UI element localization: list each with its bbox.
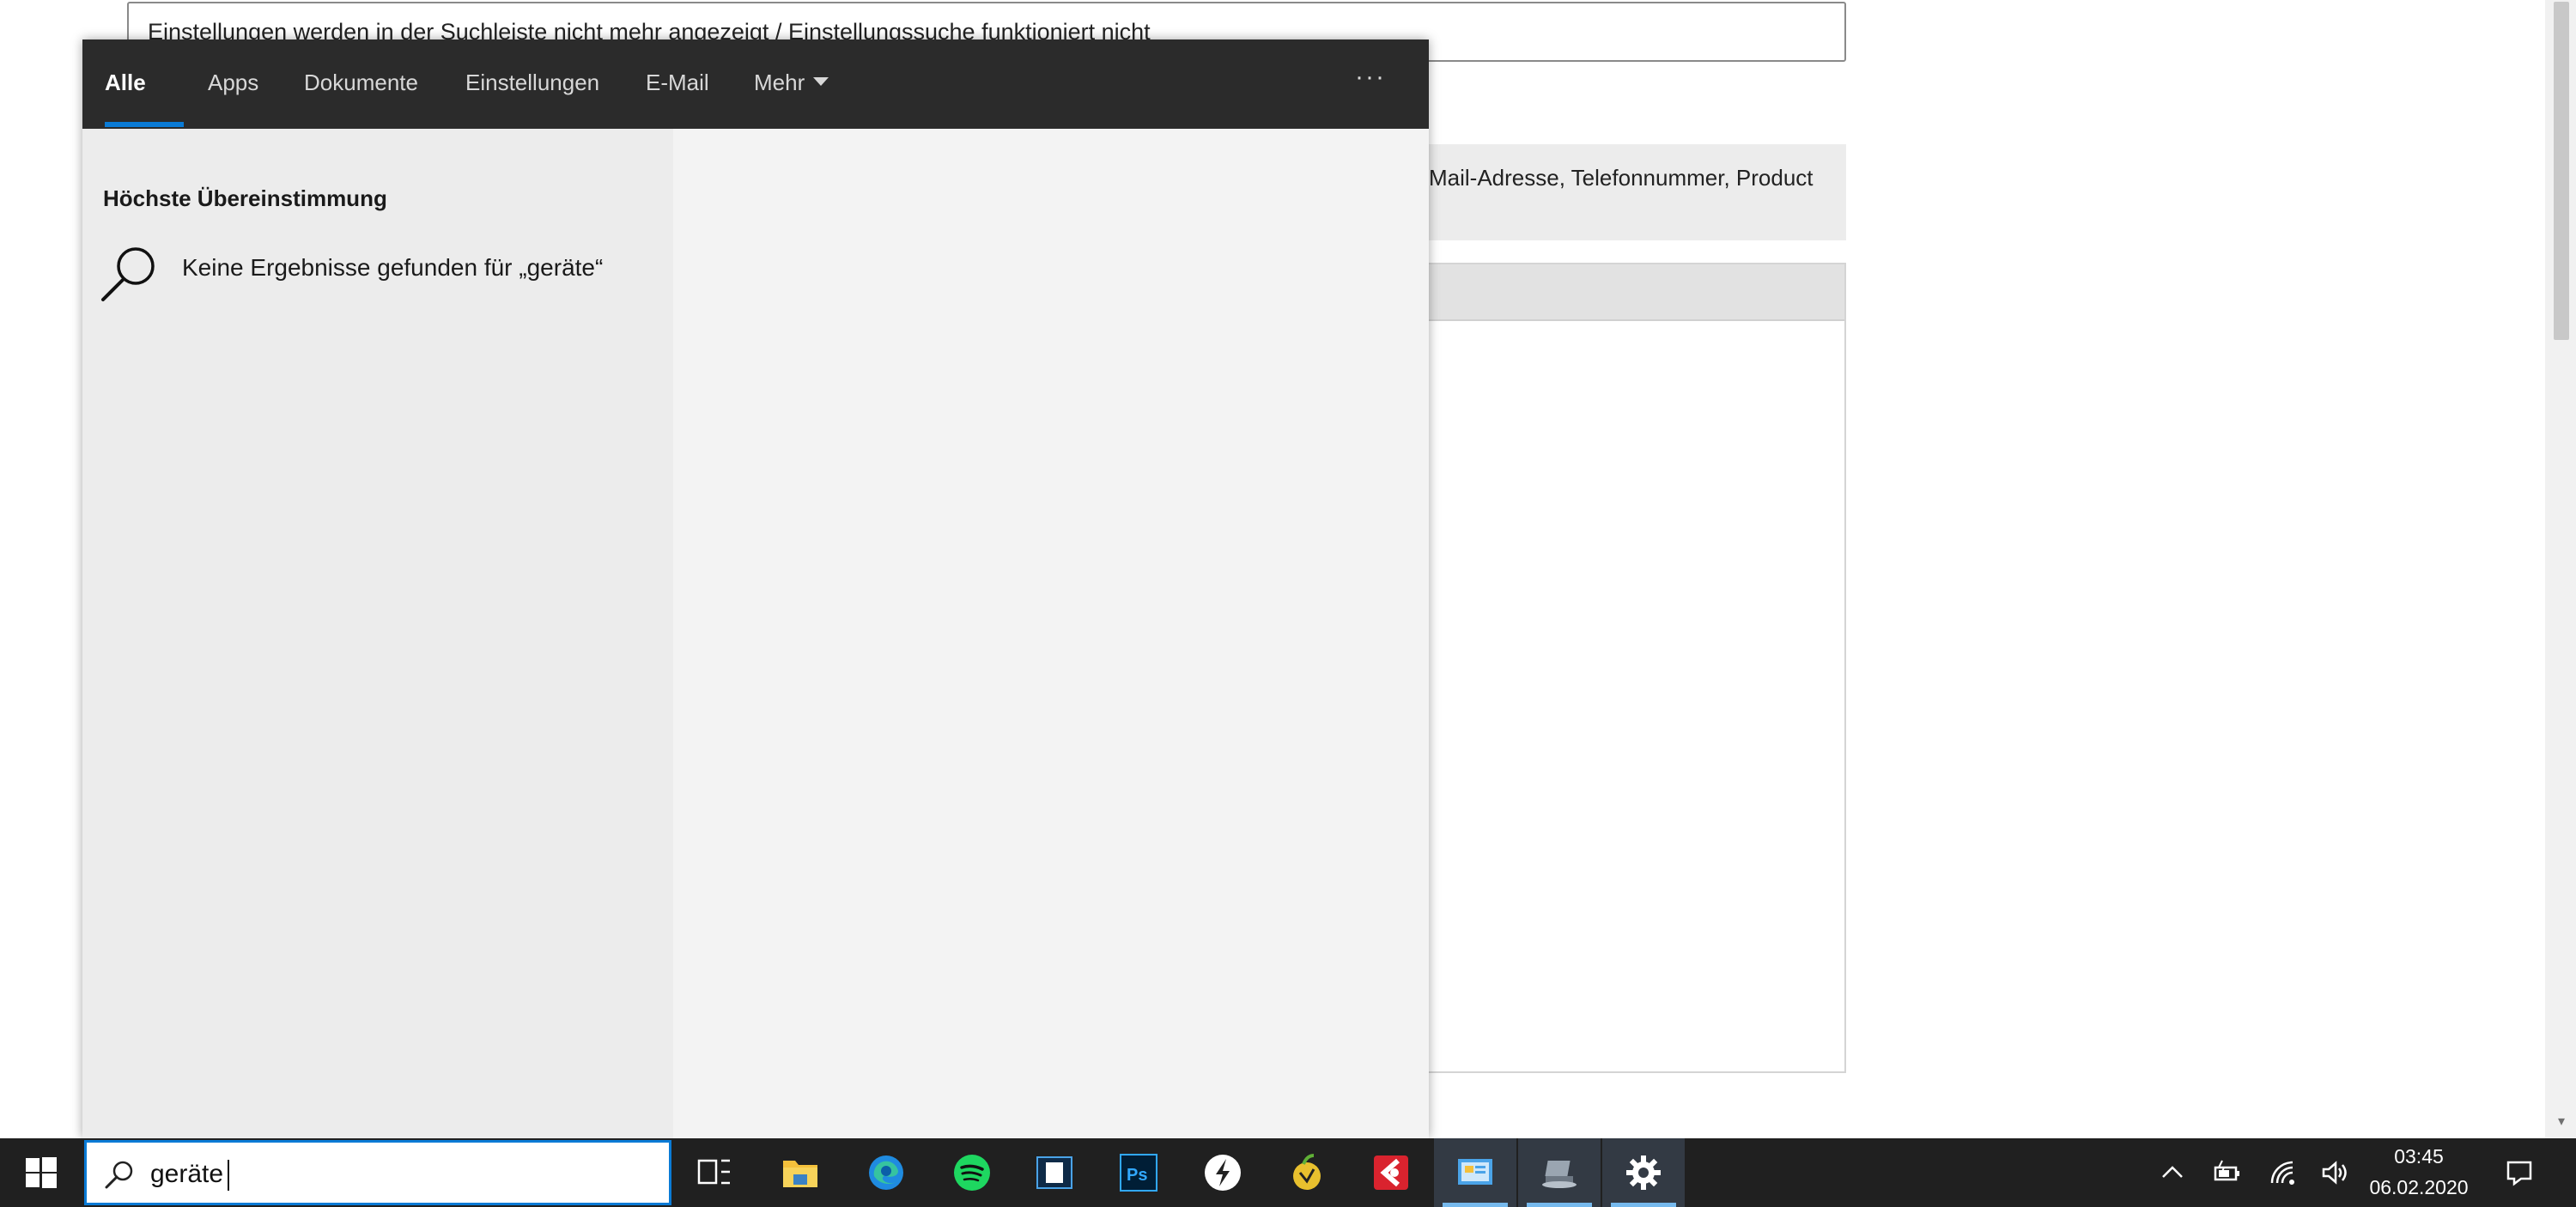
task-view-icon <box>697 1159 730 1185</box>
background-panel-header <box>1427 264 1844 321</box>
gear-icon <box>1626 1155 1661 1190</box>
network-icon <box>1542 1161 1577 1188</box>
action-center-button[interactable] <box>2495 1138 2543 1207</box>
bolt-app-button[interactable] <box>1182 1138 1264 1207</box>
preview-pane <box>673 129 1429 1138</box>
photoshop-label: Ps <box>1127 1166 1147 1185</box>
tab-email[interactable]: E-Mail <box>646 39 709 129</box>
scroll-down-arrow-icon[interactable]: ▾ <box>2554 1113 2569 1130</box>
search-input[interactable] <box>150 1155 648 1194</box>
windows-logo-icon <box>26 1157 57 1188</box>
taskbar-clock[interactable]: 03:45 06.02.2020 <box>2363 1138 2475 1207</box>
red-app-icon <box>1374 1155 1408 1190</box>
battery-icon <box>2214 1160 2239 1181</box>
tab-mehr-label: Mehr <box>754 70 805 95</box>
network-app-button[interactable] <box>1518 1138 1601 1207</box>
network-status-button[interactable] <box>2258 1138 2306 1207</box>
running-indicator <box>1611 1203 1676 1207</box>
tab-einstellungen[interactable]: Einstellungen <box>465 39 599 129</box>
background-info-text: Mail-Adresse, Telefonnummer, Product <box>1429 165 1814 191</box>
clock-date: 06.02.2020 <box>2369 1176 2469 1198</box>
tab-dokumente[interactable]: Dokumente <box>304 39 418 129</box>
search-tabbar: Alle Apps Dokumente Einstellungen E-Mail… <box>82 39 1429 129</box>
tab-apps[interactable]: Apps <box>208 39 258 129</box>
search-icon <box>105 1161 133 1189</box>
fruit-app-button[interactable] <box>1266 1138 1348 1207</box>
search-icon <box>101 247 155 301</box>
tab-mehr[interactable]: Mehr <box>754 39 829 129</box>
chevron-up-icon <box>2162 1166 2183 1178</box>
photoshop-button[interactable]: Ps <box>1097 1138 1180 1207</box>
taskbar-search-box[interactable] <box>84 1140 671 1205</box>
more-options-button[interactable]: ··· <box>1345 39 1396 129</box>
fruit-icon <box>1293 1154 1321 1190</box>
no-results-text: Keine Ergebnisse gefunden für „geräte“ <box>182 254 604 281</box>
speaker-icon <box>2322 1161 2347 1185</box>
background-panel <box>1427 263 1846 1073</box>
search-flyout: Alle Apps Dokumente Einstellungen E-Mail… <box>82 39 1429 1138</box>
volume-button[interactable] <box>2310 1138 2358 1207</box>
best-match-heading: Höchste Übereinstimmung <box>103 185 387 211</box>
spotify-button[interactable] <box>931 1138 1013 1207</box>
start-button[interactable] <box>0 1138 82 1207</box>
show-hidden-icons-button[interactable] <box>2148 1138 2196 1207</box>
control-panel-button[interactable] <box>1434 1138 1516 1207</box>
spotify-icon <box>954 1155 990 1191</box>
clock-time: 03:45 <box>2394 1145 2444 1168</box>
running-indicator <box>1443 1203 1508 1207</box>
background-info-box: Mail-Adresse, Telefonnummer, Product <box>1427 144 1846 240</box>
taskbar: Ps <box>0 1138 2576 1207</box>
task-view-button[interactable] <box>673 1138 756 1207</box>
bolt-icon <box>1205 1155 1241 1191</box>
text-cursor <box>228 1160 229 1191</box>
edge-icon <box>869 1155 903 1190</box>
control-panel-icon <box>1458 1159 1492 1185</box>
video-editor-button[interactable] <box>1013 1138 1096 1207</box>
notification-icon <box>2506 1161 2532 1186</box>
scrollbar-thumb[interactable] <box>2554 2 2569 340</box>
photoshop-icon: Ps <box>1120 1154 1157 1192</box>
no-results-item[interactable]: Keine Ergebnisse gefunden für „geräte“ <box>91 237 665 304</box>
settings-button[interactable] <box>1602 1138 1685 1207</box>
edge-button[interactable] <box>845 1138 927 1207</box>
results-pane: Höchste Übereinstimmung Keine Ergebnisse… <box>82 129 673 1138</box>
battery-button[interactable] <box>2203 1138 2251 1207</box>
running-indicator <box>1527 1203 1592 1207</box>
folder-icon <box>783 1161 817 1187</box>
chevron-down-icon <box>813 77 829 87</box>
file-explorer-button[interactable] <box>759 1138 841 1207</box>
wifi-icon <box>2270 1161 2294 1185</box>
film-icon <box>1036 1156 1072 1189</box>
page-scrollbar[interactable]: ▾ <box>2545 0 2576 1138</box>
tab-alle[interactable]: Alle <box>105 39 146 129</box>
red-app-button[interactable] <box>1350 1138 1432 1207</box>
active-tab-indicator <box>105 122 184 127</box>
